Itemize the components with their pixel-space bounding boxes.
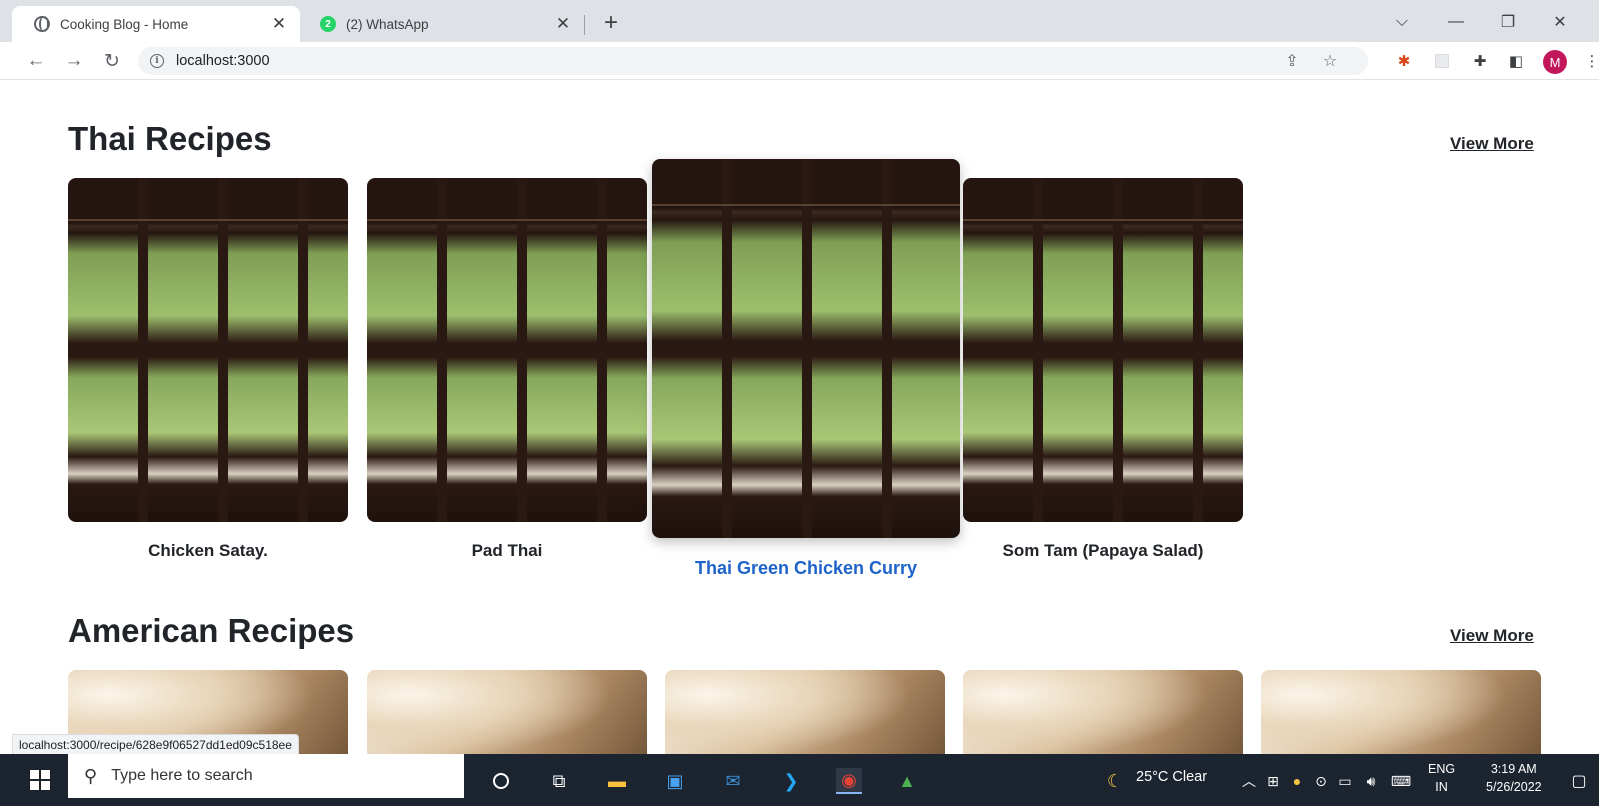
info-icon[interactable]: i [150,54,164,68]
address-url: localhost:3000 [176,53,270,69]
cortana-circle-icon[interactable] [488,768,514,794]
tab-whatsapp[interactable]: 2 (2) WhatsApp ✕ [306,6,584,42]
recipe-card-label-chicken-satay[interactable]: Chicken Satay. [68,541,348,561]
tray-chevron-up-icon[interactable]: ︿ [1236,768,1262,794]
close-icon[interactable]: ✕ [554,14,572,33]
minimize-icon[interactable]: — [1444,10,1468,34]
volume-icon[interactable]: 🔊︎ [1358,768,1384,794]
link-status-bar: localhost:3000/recipe/628e9f06527dd1ed09… [12,734,299,754]
weather-text[interactable]: 25°C Clear [1136,769,1207,785]
recipe-card-image-thai-green-chicken-curry[interactable] [652,159,960,538]
android-studio-icon[interactable]: ▲ [894,768,920,794]
language-indicator[interactable]: ENG IN [1428,760,1455,796]
tab-search-chevron-icon[interactable]: ⌵ [1390,10,1414,34]
search-icon: ⚲ [84,765,98,786]
globe-icon [34,16,50,32]
chrome-icon[interactable]: ◉ [836,768,862,794]
tab-strip: Cooking Blog - Home ✕ 2 (2) WhatsApp ✕ +… [0,0,1599,42]
mail-icon[interactable]: ✉ [720,768,746,794]
notification-icon[interactable]: ▢ [1566,768,1592,794]
puzzle-extensions-icon[interactable]: ✚ [1470,51,1490,71]
profile-avatar[interactable]: M [1543,50,1567,74]
section-title-thai: Thai Recipes [68,120,272,157]
share-icon[interactable]: ⇪ [1282,51,1302,71]
whatsapp-icon: 2 [320,16,336,32]
recipe-card-image-som-tam[interactable] [963,178,1243,522]
taskbar-search[interactable]: ⚲ [68,754,464,798]
view-more-thai-link[interactable]: View More [1450,134,1534,154]
back-arrow-icon[interactable]: ← [24,49,48,73]
tab-title: (2) WhatsApp [346,16,429,32]
section-title-american: American Recipes [68,612,355,649]
language-code: ENG [1428,762,1456,776]
taskbar-search-input[interactable] [111,767,432,785]
recipe-card-image-chicken-satay[interactable] [68,178,348,522]
tab-divider [584,15,585,35]
recipe-card-image-pad-thai[interactable] [367,178,647,522]
close-icon[interactable]: ✕ [270,14,288,33]
weather-moon-icon: ☾ [1106,770,1124,791]
tray-app-icon[interactable]: ● [1284,768,1310,794]
view-more-american-link[interactable]: View More [1450,626,1534,646]
clock-time: 3:19 AM [1490,762,1537,776]
close-window-icon[interactable]: ✕ [1548,10,1572,34]
meet-now-icon[interactable]: ⊙ [1308,768,1334,794]
side-panel-icon[interactable]: ◧ [1506,51,1526,71]
clock-date: 5/26/2022 [1486,780,1542,794]
bug-extension-icon[interactable]: ✱ [1394,51,1414,71]
recipe-card-label-pad-thai[interactable]: Pad Thai [367,541,647,561]
network-icon[interactable]: ⊞ [1260,768,1286,794]
keyboard-icon[interactable]: ⌨ [1388,768,1414,794]
forward-arrow-icon[interactable]: → [62,49,86,73]
tab-cooking-blog[interactable]: Cooking Blog - Home ✕ [12,6,300,42]
region-code: IN [1435,780,1448,794]
restore-icon[interactable]: ❐ [1496,10,1520,34]
battery-icon[interactable]: ▭ [1332,768,1358,794]
browser-toolbar: ← → ↻ i localhost:3000 ⇪ ☆ ✱ ✚ ◧ ⋮ [0,42,1599,80]
reload-icon[interactable]: ↻ [100,49,124,73]
bookmark-star-icon[interactable]: ☆ [1320,51,1340,71]
recipe-card-label-som-tam[interactable]: Som Tam (Papaya Salad) [963,541,1243,561]
taskbar-clock[interactable]: 3:19 AM 5/26/2022 [1486,760,1542,796]
file-explorer-icon[interactable]: ▬ [604,768,630,794]
new-tab-button[interactable]: + [598,9,624,36]
task-view-icon[interactable]: ⧉ [546,768,572,794]
kebab-menu-icon[interactable]: ⋮ [1582,51,1599,71]
windows-start-icon[interactable] [30,770,50,790]
store-icon[interactable]: ▣ [662,768,688,794]
extension-placeholder-icon[interactable] [1432,51,1452,71]
vscode-icon[interactable]: ❯ [778,768,804,794]
recipe-card-label-thai-green-chicken-curry[interactable]: Thai Green Chicken Curry [652,558,960,579]
tab-title: Cooking Blog - Home [60,16,189,32]
address-bar[interactable]: i localhost:3000 ⇪ ☆ [138,47,1368,75]
